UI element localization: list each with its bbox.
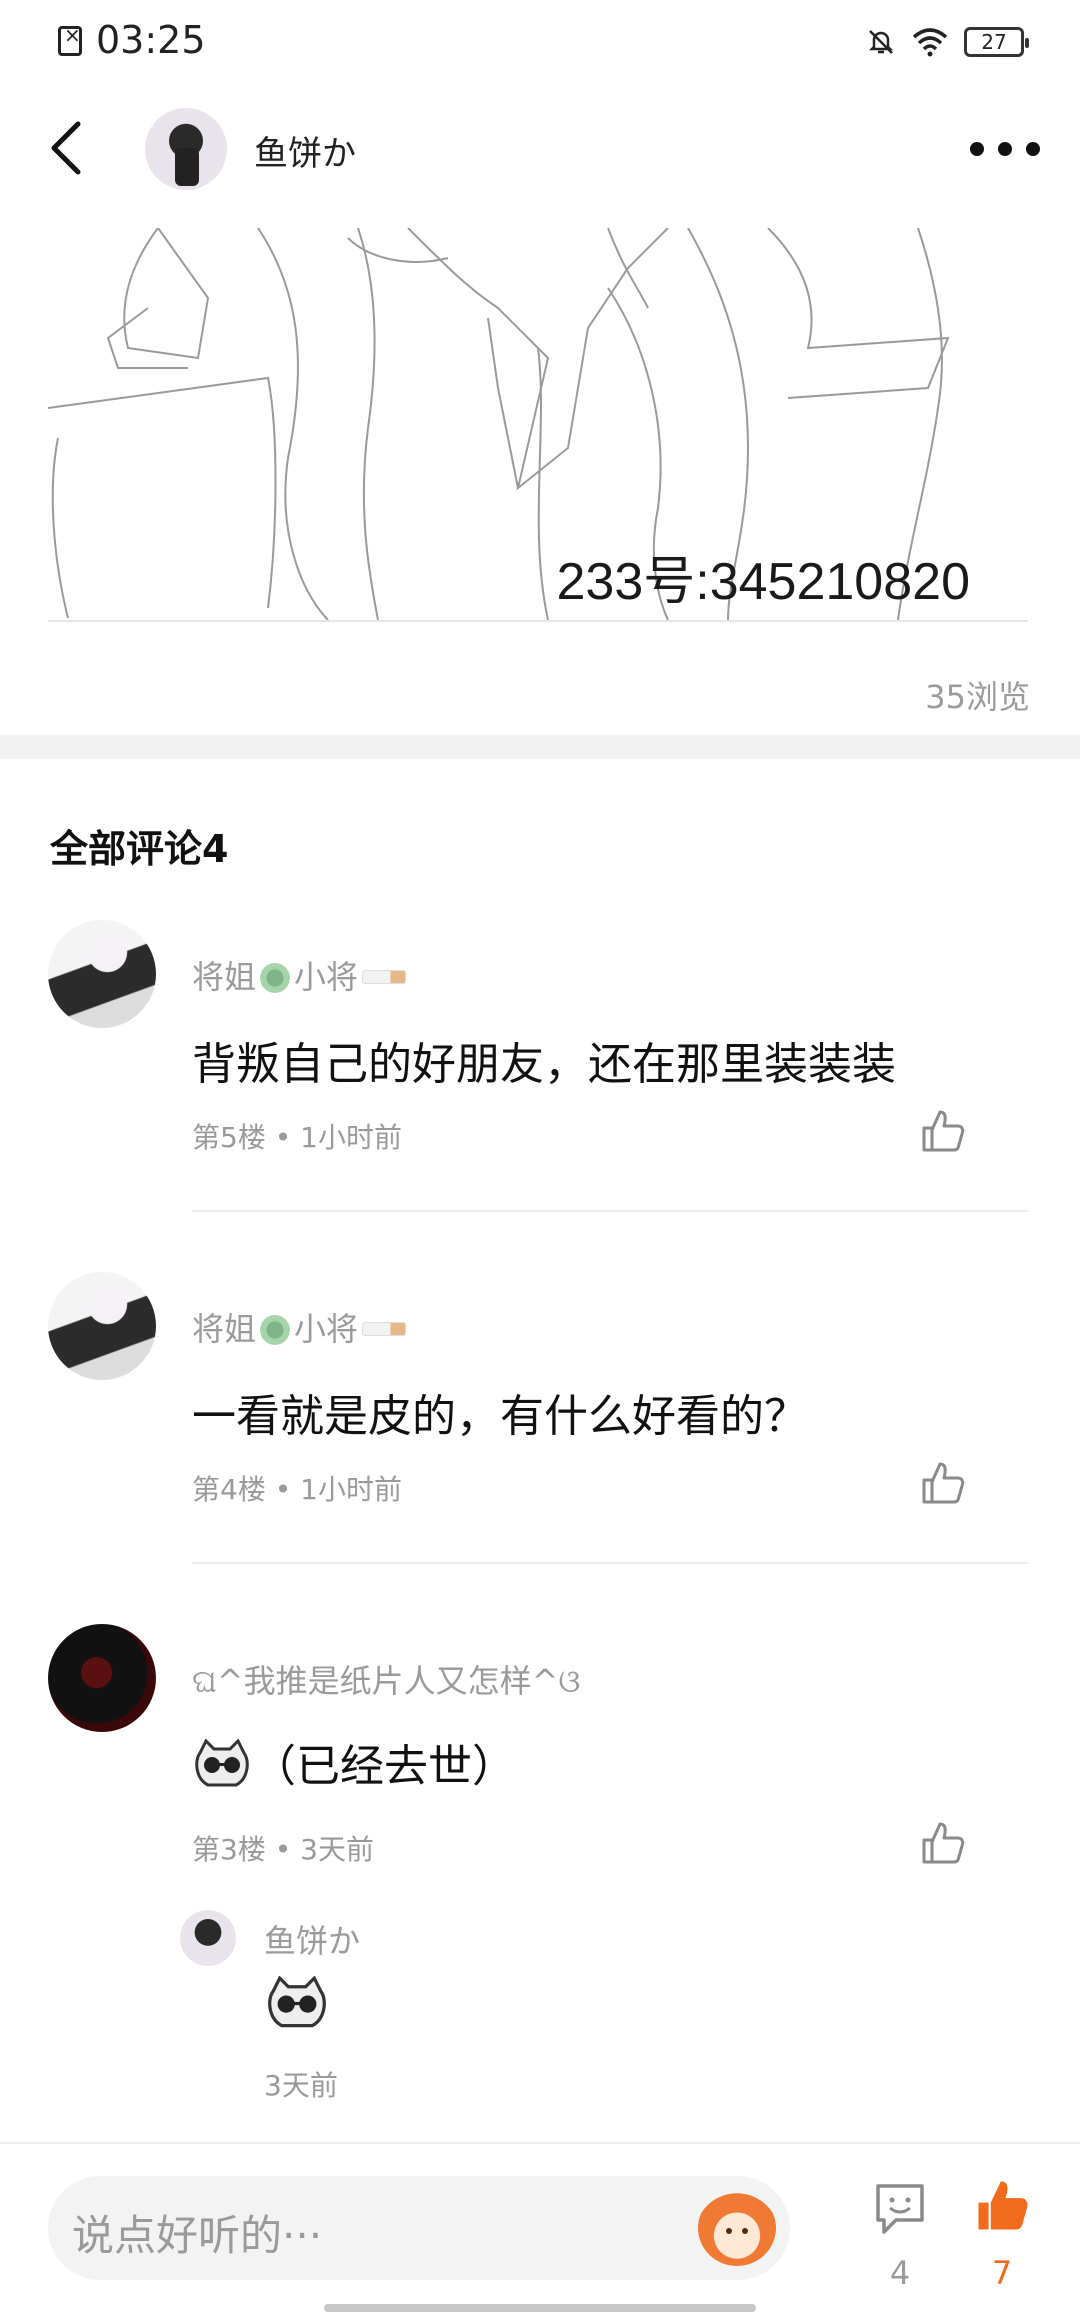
post-top-bar: 鱼饼か: [0, 90, 1080, 210]
comment-divider: [192, 1562, 1028, 1564]
author-avatar[interactable]: [145, 108, 227, 190]
back-button[interactable]: [46, 118, 106, 182]
comment-item: 将姐 小将 背叛自己的好朋友，还在那里装装装 第5楼 • 1小时前: [0, 920, 1080, 1220]
view-count: 35浏览: [925, 678, 1030, 716]
cigarette-icon: [362, 970, 407, 984]
commenter-avatar[interactable]: [48, 1624, 156, 1732]
wifi-icon: [912, 27, 948, 57]
comment-text: （已经去世）: [192, 1730, 516, 1794]
comment-meta: 第5楼 • 1小时前: [192, 1121, 402, 1154]
reply-username[interactable]: 鱼饼か: [264, 1916, 360, 1962]
sim-error-icon: [58, 23, 82, 56]
author-name[interactable]: 鱼饼か: [254, 126, 356, 175]
status-time: 03:25: [96, 18, 206, 62]
like-button[interactable]: [918, 1818, 968, 1868]
comment-text: 一看就是皮的，有什么好看的？: [192, 1391, 808, 1442]
comment-text-body: （已经去世）: [252, 1741, 516, 1792]
commenter-name-suffix: 小将: [294, 958, 359, 996]
comment-count-button[interactable]: 4: [872, 2180, 928, 2292]
status-icons: 27: [866, 22, 1029, 62]
post-image[interactable]: 233号:345210820: [48, 228, 1028, 620]
thumbs-up-icon: [922, 1110, 965, 1152]
section-separator: [0, 735, 1080, 759]
commenter-name[interactable]: ଘ^我推是纸片人又怎样^ଓ: [192, 1656, 580, 1702]
commenter-avatar[interactable]: [48, 1272, 156, 1380]
like-button[interactable]: [918, 1106, 968, 1156]
commenter-name-text: 将姐: [192, 1310, 257, 1348]
commenter-name[interactable]: 将姐 小将: [192, 952, 410, 998]
like-count: 7: [991, 2254, 1013, 2292]
comment-meta: 第4楼 • 1小时前: [192, 1473, 402, 1506]
comment-input[interactable]: 说点好听的···: [48, 2176, 790, 2280]
mascot-emoji-icon[interactable]: [698, 2190, 776, 2266]
comment-bubble-icon: [876, 2184, 924, 2234]
image-divider: [48, 620, 1028, 622]
reply-time: 3天前: [264, 2069, 338, 2102]
bell-off-icon: [866, 27, 896, 57]
reply-item: 鱼饼か 3天前: [180, 1910, 980, 2110]
commenter-name-suffix: 小将: [294, 1310, 359, 1348]
comment-text: 背叛自己的好朋友，还在那里装装装: [192, 1039, 896, 1090]
thumbs-up-icon: [922, 1462, 965, 1504]
comment-count: 4: [889, 2254, 911, 2292]
thumbs-up-filled-icon: [978, 2181, 1028, 2230]
post-image-caption: 233号:345210820: [556, 553, 971, 611]
post-like-button[interactable]: 7: [974, 2176, 1030, 2292]
comment-divider: [192, 1210, 1028, 1212]
comment-item: 将姐 小将 一看就是皮的，有什么好看的？ 第4楼 • 1小时前: [0, 1272, 1080, 1572]
more-dots-icon[interactable]: [970, 134, 1040, 164]
sunglasses-emoji-icon: [192, 1738, 252, 1789]
back-arrow-icon: [51, 121, 81, 175]
commenter-avatar[interactable]: [48, 920, 156, 1028]
like-button[interactable]: [918, 1458, 968, 1508]
comment-input-placeholder: 说点好听的···: [72, 2211, 323, 2260]
dragon-icon: [260, 1315, 291, 1345]
home-indicator[interactable]: [324, 2304, 756, 2312]
status-bar: 03:25 27: [0, 0, 1080, 80]
comments-header: 全部评论4: [50, 827, 229, 871]
commenter-name-text: 将姐: [192, 958, 257, 996]
bottom-bar-divider: [0, 2142, 1080, 2144]
comment-meta: 第3楼 • 3天前: [192, 1833, 374, 1866]
battery-icon: 27: [964, 27, 1029, 57]
reply-avatar[interactable]: [180, 1910, 236, 1966]
cigarette-icon: [362, 1322, 407, 1336]
commenter-name[interactable]: 将姐 小将: [192, 1304, 410, 1350]
thumbs-up-icon: [922, 1822, 965, 1864]
dragon-icon: [260, 963, 291, 993]
sunglasses-emoji-icon: [264, 1975, 330, 2034]
